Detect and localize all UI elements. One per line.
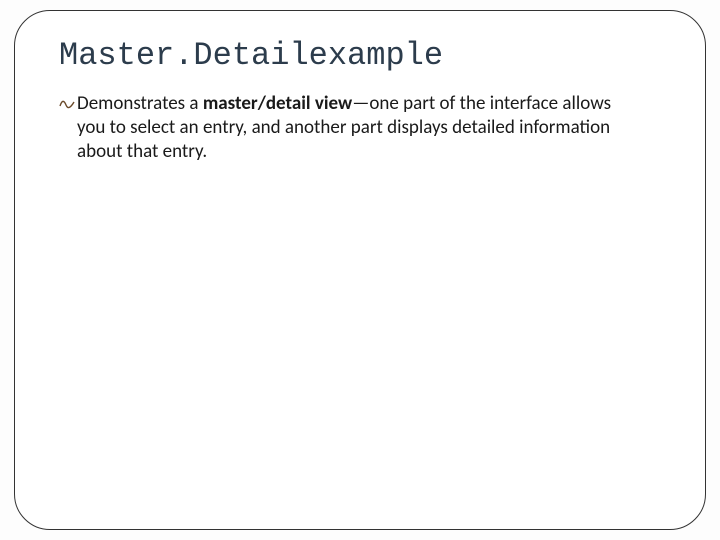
bullet-lead: Demonstrates a bbox=[77, 92, 203, 115]
bullet-item: Demonstrates a master/detail view—one pa… bbox=[59, 92, 619, 163]
slide-frame: Master.Detailexample Demonstrates a mast… bbox=[14, 10, 706, 530]
wave-bullet-icon bbox=[59, 94, 75, 117]
slide-title: Master.Detailexample bbox=[59, 37, 661, 74]
bullet-text: Demonstrates a master/detail view—one pa… bbox=[77, 92, 619, 163]
bullet-bold: master/detail view bbox=[203, 92, 352, 115]
